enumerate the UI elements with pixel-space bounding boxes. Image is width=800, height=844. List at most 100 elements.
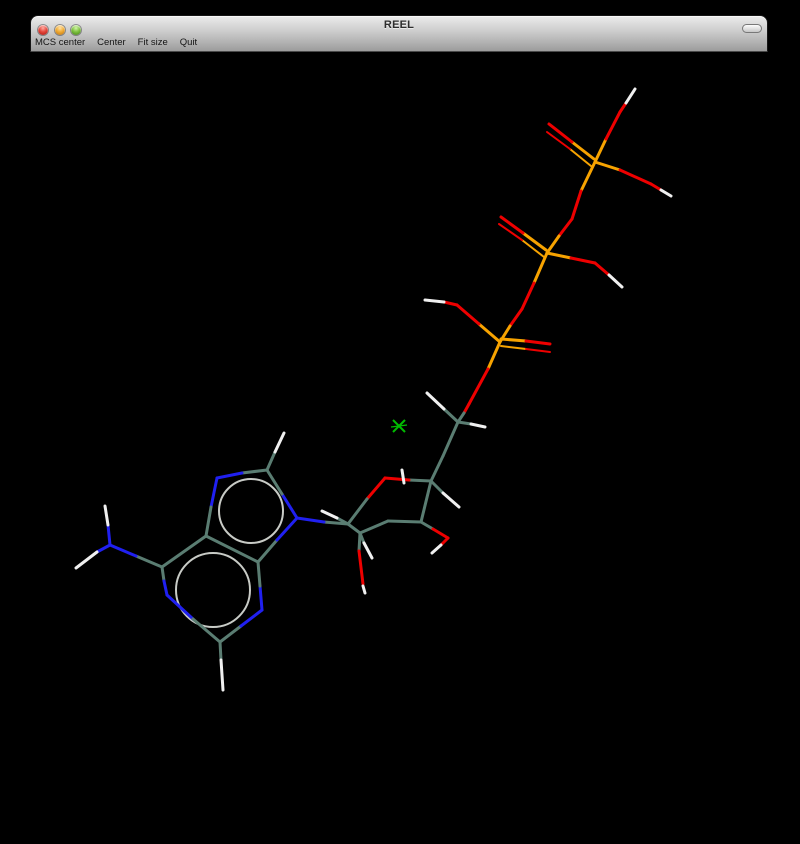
- bond-segment: [479, 324, 500, 342]
- bond-segment: [348, 524, 360, 533]
- bond-segment: [409, 480, 431, 481]
- bond-segment: [267, 452, 275, 470]
- bond-segment: [444, 302, 457, 305]
- bond-segment: [97, 545, 110, 552]
- bond-segment: [217, 473, 242, 478]
- bond-segment: [164, 581, 167, 595]
- bond-segment: [547, 253, 571, 258]
- bond-segment: [76, 552, 97, 568]
- bond-segment: [572, 191, 581, 219]
- bond-segment: [348, 499, 367, 524]
- bond-segment: [464, 404, 469, 413]
- bond-segment: [211, 478, 217, 507]
- bond-segment: [431, 481, 443, 493]
- menu-item-quit[interactable]: Quit: [179, 37, 198, 48]
- bond-segment: [523, 233, 546, 250]
- bond-segment: [572, 142, 594, 159]
- bond-segment: [526, 341, 550, 344]
- bond-segment: [162, 536, 206, 567]
- bond-segment: [620, 170, 651, 184]
- bond-segment: [443, 422, 458, 456]
- menu-item-mcs-center[interactable]: MCS center: [34, 37, 86, 48]
- bond-segment: [471, 424, 485, 427]
- bond-segment: [581, 162, 595, 191]
- bond-segment: [549, 124, 572, 142]
- bond-segment: [364, 543, 372, 558]
- bond-segment: [571, 258, 595, 263]
- bond-segment: [595, 139, 606, 162]
- bond-segment: [427, 393, 444, 409]
- bond-segment: [661, 190, 671, 196]
- bond-segment: [108, 525, 110, 545]
- bond-segment: [547, 236, 559, 253]
- bond-segment: [258, 562, 260, 586]
- bond-segment: [363, 586, 365, 593]
- bond-segment: [595, 263, 609, 275]
- bond-segment: [425, 300, 444, 302]
- bond-segment: [522, 240, 544, 257]
- bond-segment: [469, 369, 488, 404]
- window-header: REEL MCS center Center Fit size Quit: [30, 15, 768, 52]
- window-title: REEL: [31, 19, 767, 31]
- bond-segment: [220, 626, 241, 642]
- bond-segment: [526, 349, 550, 352]
- bond-segment: [260, 586, 262, 610]
- bond-segment: [162, 567, 164, 581]
- bond-segment: [606, 112, 620, 139]
- bond-segment: [559, 219, 572, 236]
- bond-segment: [433, 529, 448, 538]
- bond-segment: [297, 518, 324, 522]
- menu-bar: MCS center Center Fit size Quit: [34, 37, 198, 48]
- bond-segment: [241, 610, 262, 626]
- bond-segment: [651, 184, 661, 190]
- bond-segment: [458, 422, 471, 424]
- bond-segment: [388, 521, 421, 522]
- bond-segment: [282, 494, 297, 518]
- molecule-canvas[interactable]: [0, 0, 800, 844]
- bond-segment: [258, 540, 277, 562]
- bond-segment: [501, 339, 526, 341]
- bond-segment: [457, 305, 479, 324]
- bond-segment: [443, 493, 459, 507]
- bond-segment: [444, 409, 458, 422]
- bond-segment: [534, 253, 547, 283]
- aromatic-ring-circle: [219, 479, 283, 543]
- desktop: REEL MCS center Center Fit size Quit: [0, 0, 800, 844]
- bond-segment: [136, 556, 162, 567]
- menu-item-fit-size[interactable]: Fit size: [137, 37, 169, 48]
- bond-segment: [242, 470, 267, 473]
- bond-segment: [110, 545, 136, 556]
- bond-segment: [421, 481, 431, 522]
- bond-segment: [402, 470, 404, 483]
- bond-segment: [431, 456, 443, 481]
- bond-segment: [167, 595, 193, 619]
- toolbar-toggle-button[interactable]: [742, 24, 762, 33]
- bond-segment: [322, 511, 337, 518]
- bond-segment: [421, 522, 433, 529]
- bond-segment: [359, 551, 363, 584]
- bond-segment: [499, 224, 522, 240]
- bond-segment: [206, 507, 211, 536]
- bond-segment: [193, 619, 220, 642]
- bond-segment: [367, 478, 385, 499]
- bond-segment: [359, 533, 360, 551]
- bond-segment: [221, 660, 223, 690]
- bond-segment: [501, 346, 526, 349]
- bond-segment: [609, 275, 622, 287]
- bond-segment: [220, 642, 221, 660]
- bond-segment: [510, 309, 522, 326]
- bond-segment: [275, 433, 284, 452]
- bond-segment: [501, 217, 523, 233]
- bond-segment: [385, 478, 409, 480]
- menu-item-center[interactable]: Center: [96, 37, 127, 48]
- bond-segment: [620, 103, 626, 112]
- bond-segment: [488, 342, 500, 369]
- bond-segment: [547, 132, 570, 149]
- bond-segment: [522, 283, 534, 309]
- bond-segment: [626, 89, 635, 103]
- bond-segment: [277, 518, 297, 540]
- bond-segment: [432, 545, 441, 553]
- bond-segment: [595, 162, 620, 170]
- bond-segment: [105, 506, 108, 525]
- bond-segment: [360, 521, 388, 533]
